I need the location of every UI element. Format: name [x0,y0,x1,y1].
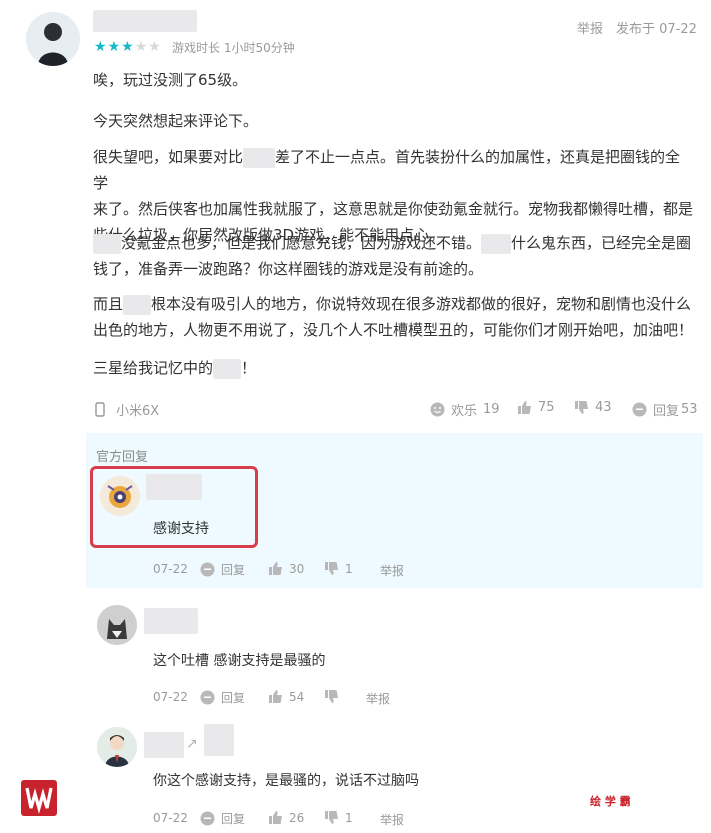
review-text: 根本没有吸引人的地方，你说特效现在很多游戏都做的很好，宠物和剧情也没什么 [151,295,692,313]
upvote-count: 26 [289,810,305,825]
review-text: ！ [241,359,257,377]
post-date: 发布于 07-22 [616,22,697,37]
review-text: 来了。然后侠客也加属性我就服了，这意思就是你使劲氪金就行。宠物我都懒得吐槽，都是 [93,200,694,218]
reply-downvote-button[interactable]: 1 [324,810,353,825]
star-icon: ★ [134,39,148,55]
official-date: 07-22 [153,562,188,576]
review-text: 出色的地方，人物更不用说了，没几个人不吐槽模型丑的，可能你们才刚开始吧，加油吧！ [93,321,694,339]
upvote-button[interactable]: 75 [517,400,555,415]
downvote-count: 1 [345,561,353,576]
redacted-text [481,233,512,254]
star-icon: ★ [94,39,107,55]
thumbs-up-icon [268,689,283,704]
reply-reply-button[interactable]: 回复 [200,810,245,827]
thumbs-up-icon [268,810,283,825]
review-text: 没氪金点也多，但是我们愿意充钱，因为游戏还不错。 [121,234,482,252]
reply-username[interactable] [144,608,198,634]
comment-icon [200,690,215,705]
official-report-link[interactable]: 举报 [380,562,404,579]
reply-label: 回复 [221,691,246,705]
fun-label: 欢乐 [451,404,478,419]
reply-date: 07-22 [153,690,188,704]
thumbs-down-icon [574,400,589,415]
downvote-count: 1 [345,810,353,825]
reply-report-link[interactable]: 举报 [366,690,390,707]
upvote-count: 54 [289,689,305,704]
review-text: 三星给我记忆中的 [93,359,214,377]
reply-report-link[interactable]: 举报 [380,811,404,828]
official-reply-title: 官方回复 [96,450,149,465]
star-icon: ★ [107,39,121,55]
thumbs-down-icon [324,810,339,825]
reply-label: 回复 [653,404,680,419]
reply-username[interactable] [144,732,184,758]
watermark-text: 绘 学 霸 [590,795,631,808]
official-avatar[interactable] [100,476,140,516]
review-text: 而且 [93,295,124,313]
review-text: 唉，玩过没测了65级。 [93,71,248,89]
device-name: 小米6X [116,404,160,419]
fun-count: 19 [483,402,500,417]
phone-icon [95,402,110,417]
review-text: 很失望吧，如果要对比 [93,148,244,166]
redacted-text [243,147,276,168]
review-text: 钱了，准备弄一波跑路？你这样圈钱的游戏是没有前途的。 [93,260,484,278]
reply-upvote-button[interactable]: 54 [268,689,304,704]
reply-target-username[interactable] [204,724,234,756]
watermark-logo [21,780,57,816]
report-link[interactable]: 举报 [577,18,603,37]
upvote-count: 30 [289,561,305,576]
reply-reply-button[interactable]: 回复 [200,689,245,706]
reply-label: 回复 [221,563,246,577]
official-reply-text: 感谢支持 [153,521,209,537]
review-paragraph: 没氪金点也多，但是我们愿意充钱，因为游戏还不错。 什么鬼东西，已经完全是圈 钱了，… [93,230,693,282]
reply-text: 你这个感谢支持，是最骚的，说话不过脑吗 [153,773,419,789]
playtime: 游戏时长 1小时50分钟 [172,41,295,55]
official-downvote-button[interactable]: 1 [324,561,353,576]
thumbs-up-icon [268,561,283,576]
reply-count: 53 [681,402,698,417]
review-text: 今天突然想起来评论下。 [93,112,259,130]
fun-button[interactable]: 欢乐 19 [430,400,500,419]
official-reply-button[interactable]: 回复 [200,561,245,578]
reply-avatar[interactable] [97,605,137,645]
downvote-button[interactable]: 43 [574,400,612,415]
device-label: 小米6X [95,400,159,419]
reviewer-name[interactable] [93,10,197,32]
review-paragraph: 今天突然想起来评论下。 [93,108,693,134]
redacted-text [213,358,242,379]
redacted-text [93,233,121,254]
reply-button[interactable]: 回复 53 [632,400,698,419]
reply-upvote-button[interactable]: 26 [268,810,304,825]
review-paragraph: 而且 根本没有吸引人的地方，你说特效现在很多游戏都做的很好，宠物和剧情也没什么 出… [93,291,693,343]
review-text: 什么鬼东西，已经完全是圈 [511,234,692,252]
reply-avatar[interactable] [97,727,137,767]
official-upvote-button[interactable]: 30 [268,561,304,576]
star-icon: ★ [121,39,134,55]
reply-label: 回复 [221,812,246,826]
official-name[interactable] [146,474,202,500]
reply-date: 07-22 [153,811,188,825]
thumbs-up-icon [517,400,532,415]
upvote-count: 75 [538,400,555,415]
smile-icon [430,402,445,417]
comment-icon [200,562,215,577]
redacted-text [123,294,152,315]
star-icon: ★ [148,39,161,55]
reply-to-arrow-icon: ↗ [186,736,198,752]
reviewer-avatar[interactable] [26,12,80,66]
thumbs-down-icon [324,689,339,704]
reply-downvote-button[interactable] [324,689,345,704]
reply-text: 这个吐槽 感谢支持是最骚的 [153,653,326,669]
review-paragraph: 三星给我记忆中的 ！ [93,355,693,381]
review-paragraph: 唉，玩过没测了65级。 [93,67,693,93]
rating-stars: ★ ★ ★ ★ ★ [94,40,161,54]
downvote-count: 43 [595,400,612,415]
comment-icon [632,402,647,417]
thumbs-down-icon [324,561,339,576]
comment-icon [200,811,215,826]
